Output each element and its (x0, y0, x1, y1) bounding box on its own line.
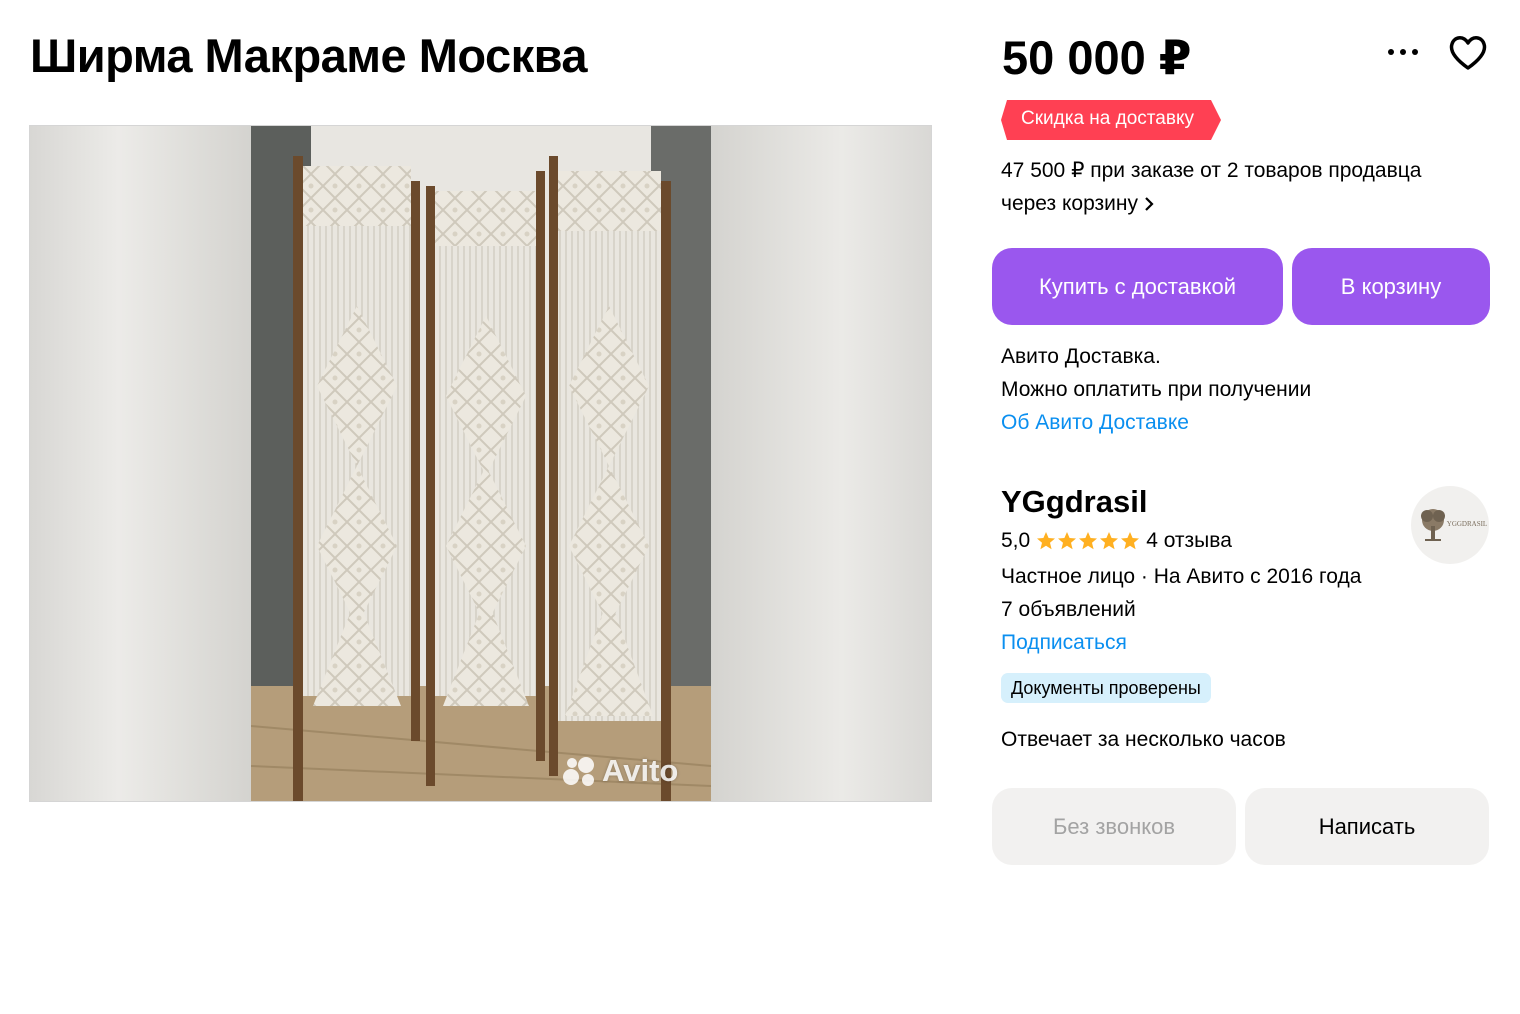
seller-rating[interactable]: 5,0 4 отзыва (1001, 529, 1232, 553)
seller-info: Частное лицо · На Авито с 2016 года 7 об… (1001, 560, 1361, 659)
reviews-count: 4 отзыва (1146, 529, 1232, 552)
subscribe-link[interactable]: Подписаться (1001, 626, 1361, 659)
photo-gallery[interactable]: Avito (29, 125, 932, 802)
watermark-text: Avito (602, 753, 679, 788)
product-photo[interactable] (251, 126, 711, 802)
star-icon (1100, 532, 1119, 550)
write-button[interactable]: Написать (1245, 788, 1489, 865)
avatar-text: YGGDRASIL (1447, 520, 1487, 528)
discount-badge[interactable]: Скидка на доставку (1001, 100, 1221, 140)
more-icon[interactable] (1384, 38, 1422, 66)
chevron-right-icon (1145, 196, 1154, 211)
bulk-price-line2: через корзину (1001, 192, 1138, 215)
rating-stars (1036, 531, 1140, 551)
seller-ads-count[interactable]: 7 объявлений (1001, 593, 1361, 626)
about-delivery-link[interactable]: Об Авито Доставке (1001, 406, 1311, 439)
page-title: Ширма Макраме Москва (30, 29, 588, 82)
buy-with-delivery-button[interactable]: Купить с доставкой (992, 248, 1283, 325)
docs-verified-badge: Документы проверены (1001, 673, 1211, 703)
seller-type: Частное лицо · На Авито с 2016 года (1001, 565, 1362, 588)
price: 50 000 ₽ (1002, 31, 1192, 84)
gallery-blur-left (30, 126, 251, 801)
discount-badge-label: Скидка на доставку (1021, 108, 1194, 129)
seller-name[interactable]: YGgdrasil (1001, 484, 1147, 520)
gallery-blur-right (709, 126, 931, 801)
response-time: Отвечает за несколько часов (1001, 728, 1286, 751)
delivery-info: Авито Доставка. Можно оплатить при получ… (1001, 340, 1311, 439)
delivery-line1: Авито Доставка. (1001, 345, 1161, 368)
avatar[interactable]: YGGDRASIL (1411, 486, 1489, 564)
no-calls-button[interactable]: Без звонков (992, 788, 1236, 865)
star-icon (1037, 532, 1056, 550)
star-icon (1058, 532, 1077, 550)
star-icon (1121, 532, 1140, 550)
bulk-price-note[interactable]: 47 500 ₽ при заказе от 2 товаров продавц… (1001, 154, 1501, 220)
avito-watermark: Avito (562, 746, 702, 796)
rating-value: 5,0 (1001, 529, 1031, 552)
heart-icon[interactable] (1448, 34, 1488, 72)
bulk-price-line1: 47 500 ₽ при заказе от 2 товаров продавц… (1001, 159, 1422, 182)
delivery-line2: Можно оплатить при получении (1001, 378, 1312, 401)
add-to-cart-button[interactable]: В корзину (1292, 248, 1490, 325)
avito-logo-icon (563, 757, 594, 786)
star-icon (1079, 532, 1098, 550)
